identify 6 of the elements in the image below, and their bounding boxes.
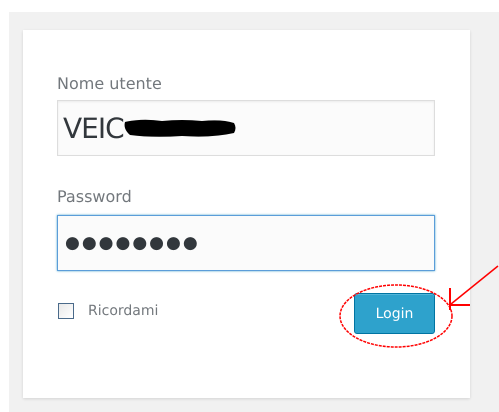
checkbox[interactable] <box>58 302 74 318</box>
field-label: Nome utente <box>57 73 162 95</box>
input-field[interactable]: VEIC <box>57 100 435 156</box>
field-label: Password <box>57 186 132 208</box>
checkbox-label: Ricordami <box>88 302 158 318</box>
input-field[interactable]: ●●●●●●●● <box>57 215 435 271</box>
